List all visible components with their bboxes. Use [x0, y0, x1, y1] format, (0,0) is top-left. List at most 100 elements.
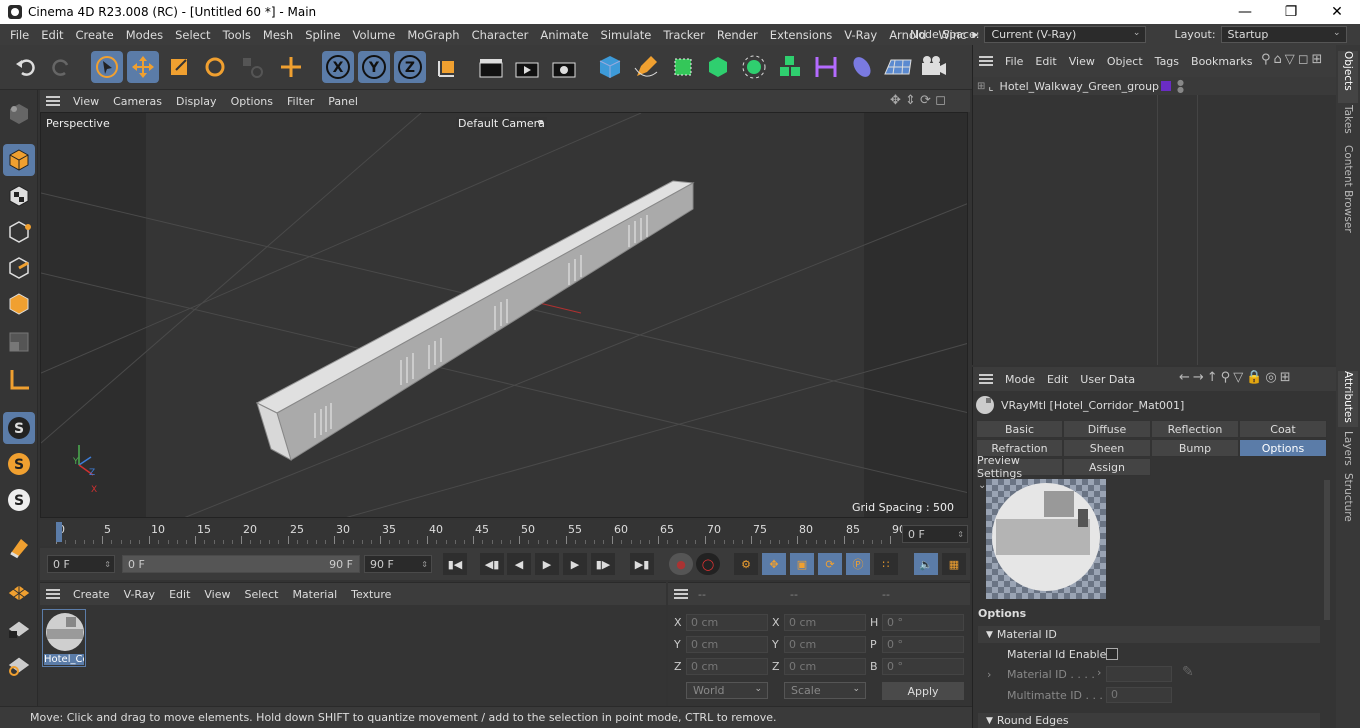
- mat-menu-vray[interactable]: V-Ray: [117, 588, 163, 601]
- hamburger-icon[interactable]: [674, 589, 688, 599]
- menu-mesh[interactable]: Mesh: [257, 28, 299, 42]
- menu-spline[interactable]: Spline: [299, 28, 346, 42]
- tab-preview-settings[interactable]: Preview Settings: [976, 454, 1063, 480]
- menu-tools[interactable]: Tools: [217, 28, 257, 42]
- move-tool-button[interactable]: [127, 51, 159, 83]
- workplane-align-button[interactable]: [3, 648, 35, 680]
- end-frame-field[interactable]: 90 F ⇕: [364, 555, 432, 573]
- rot-h-field[interactable]: 0 °: [882, 614, 964, 631]
- frame-range-slider[interactable]: 0 F 90 F: [122, 555, 360, 573]
- node-space-dropdown[interactable]: Current (V-Ray) ⌄: [984, 26, 1147, 43]
- material-swatch[interactable]: Hotel_Co: [42, 609, 86, 667]
- visibility-dots-icon[interactable]: ● ●: [1177, 79, 1184, 94]
- redo-button[interactable]: [45, 51, 77, 83]
- viewport-navigation-icons[interactable]: ✥ ⇕ ⟳ ◻: [890, 93, 946, 108]
- key-scale-button[interactable]: ▣: [790, 553, 814, 575]
- mat-menu-material[interactable]: Material: [285, 588, 344, 601]
- side-tab-takes[interactable]: Takes: [1338, 105, 1358, 143]
- minimize-icon[interactable]: —: [1222, 0, 1268, 24]
- enable-axis-button[interactable]: [3, 364, 35, 396]
- extrude-button[interactable]: [702, 51, 734, 83]
- mat-menu-view[interactable]: View: [197, 588, 237, 601]
- deformer-button[interactable]: [810, 51, 842, 83]
- size-z-field[interactable]: 0 cm: [784, 658, 866, 675]
- menu-file[interactable]: File: [4, 28, 35, 42]
- material-preview[interactable]: [986, 479, 1106, 599]
- playhead[interactable]: [56, 522, 62, 542]
- snap-button[interactable]: S: [3, 412, 35, 444]
- rot-b-field[interactable]: 0 °: [882, 658, 964, 675]
- keyframe-selection-button[interactable]: ⚙: [734, 553, 758, 575]
- vp-menu-view[interactable]: View: [66, 95, 106, 108]
- tab-coat[interactable]: Coat: [1239, 420, 1327, 438]
- hamburger-icon[interactable]: [46, 589, 60, 599]
- pen-spline-button[interactable]: [630, 51, 662, 83]
- menu-extensions[interactable]: Extensions: [764, 28, 838, 42]
- tab-diffuse[interactable]: Diffuse: [1063, 420, 1151, 438]
- previous-frame-button[interactable]: ◀: [507, 553, 531, 575]
- multimatte-id-field[interactable]: 0: [1106, 687, 1172, 703]
- vp-menu-filter[interactable]: Filter: [280, 95, 321, 108]
- obj-menu-view[interactable]: View: [1063, 55, 1101, 68]
- floor-button[interactable]: [882, 51, 914, 83]
- obj-menu-object[interactable]: Object: [1101, 55, 1149, 68]
- edges-mode-button[interactable]: [3, 252, 35, 284]
- attributes-nav-icons[interactable]: ←→↑⚲▽🔒◎⊞: [1179, 370, 1294, 385]
- snap-settings-button[interactable]: S: [3, 448, 35, 480]
- menu-render[interactable]: Render: [711, 28, 764, 42]
- vp-menu-panel[interactable]: Panel: [321, 95, 365, 108]
- obj-menu-file[interactable]: File: [999, 55, 1029, 68]
- film-strip-button[interactable]: ▦: [942, 553, 966, 575]
- uv-mode-button[interactable]: [3, 326, 35, 358]
- chevron-right-icon[interactable]: ›: [1097, 666, 1101, 679]
- camera-link-icon[interactable]: ⚭: [536, 116, 545, 129]
- size-x-field[interactable]: 0 cm: [784, 614, 866, 631]
- cube-object-button[interactable]: [594, 51, 626, 83]
- size-y-field[interactable]: 0 cm: [784, 636, 866, 653]
- obj-menu-edit[interactable]: Edit: [1029, 55, 1062, 68]
- workplane-button[interactable]: [3, 576, 35, 608]
- key-pla-button[interactable]: ∷: [874, 553, 898, 575]
- start-frame-field[interactable]: 0 F ⇕: [47, 555, 115, 573]
- mat-menu-select[interactable]: Select: [238, 588, 286, 601]
- tab-basic[interactable]: Basic: [976, 420, 1063, 438]
- pos-y-field[interactable]: 0 cm: [686, 636, 768, 653]
- scale-tool-button[interactable]: [163, 51, 195, 83]
- tab-sheen[interactable]: Sheen: [1063, 439, 1151, 457]
- chevron-right-icon[interactable]: ›: [987, 668, 991, 681]
- model-mode-button[interactable]: [3, 144, 35, 176]
- menu-volume[interactable]: Volume: [347, 28, 402, 42]
- eyedropper-icon[interactable]: ✎: [1182, 664, 1194, 680]
- coordinate-system-button[interactable]: [432, 51, 464, 83]
- menu-select[interactable]: Select: [169, 28, 216, 42]
- key-rotation-button[interactable]: ⟳: [818, 553, 842, 575]
- subdivision-button[interactable]: [667, 51, 699, 83]
- key-position-button[interactable]: ✥: [762, 553, 786, 575]
- material-id-group-header[interactable]: ▼ Material ID: [978, 626, 1320, 643]
- undo-button[interactable]: [10, 51, 42, 83]
- tab-reflection[interactable]: Reflection: [1151, 420, 1239, 438]
- round-edges-group-header[interactable]: ▼ Round Edges: [978, 713, 1320, 728]
- size-mode-dropdown[interactable]: Scale ⌄: [784, 682, 866, 699]
- camera-label[interactable]: Default Camera: [456, 117, 547, 130]
- pos-x-field[interactable]: 0 cm: [686, 614, 768, 631]
- timeline-ruler[interactable]: 051015202530354045505560657075808590 0 F…: [40, 520, 970, 546]
- next-key-button[interactable]: ▮▶: [591, 553, 615, 575]
- attr-menu-edit[interactable]: Edit: [1041, 373, 1074, 386]
- layout-dropdown[interactable]: Startup ⌄: [1220, 26, 1347, 43]
- hamburger-icon[interactable]: [979, 56, 993, 66]
- maximize-icon[interactable]: ❐: [1268, 0, 1314, 24]
- tab-bump[interactable]: Bump: [1151, 439, 1239, 457]
- menu-vray[interactable]: V-Ray: [838, 28, 883, 42]
- points-mode-button[interactable]: [3, 216, 35, 248]
- z-axis-lock-button[interactable]: Z: [394, 51, 426, 83]
- polygons-mode-button[interactable]: [3, 288, 35, 320]
- hamburger-icon[interactable]: [46, 96, 60, 106]
- side-tab-structure[interactable]: Structure: [1338, 473, 1358, 523]
- field-button[interactable]: [846, 51, 878, 83]
- obj-menu-bookmarks[interactable]: Bookmarks: [1185, 55, 1258, 68]
- rotate-tool-button[interactable]: [199, 51, 231, 83]
- key-parameter-button[interactable]: Ⓟ: [846, 553, 870, 575]
- y-axis-lock-button[interactable]: Y: [358, 51, 390, 83]
- side-tab-attributes[interactable]: Attributes: [1338, 371, 1358, 427]
